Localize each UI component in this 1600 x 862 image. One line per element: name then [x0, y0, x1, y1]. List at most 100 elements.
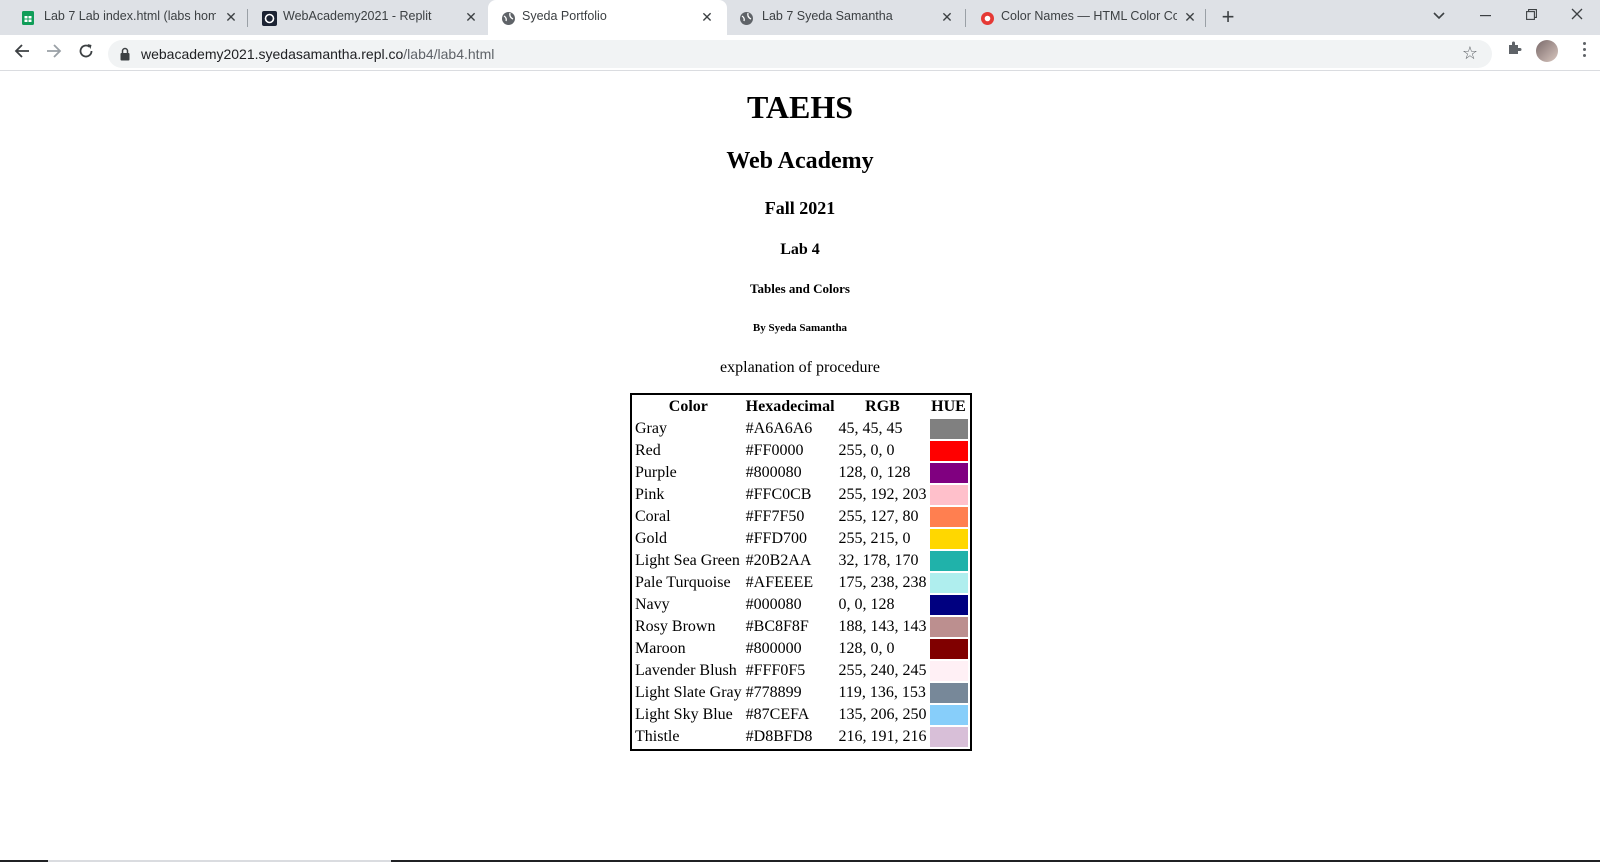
color-name-cell: Thistle	[635, 728, 680, 745]
color-name-cell: Pink	[635, 486, 665, 503]
tab-replit[interactable]: WebAcademy2021 - Replit ✕	[249, 0, 486, 35]
hue-swatch	[929, 573, 968, 593]
hex-cell: #FFF0F5	[745, 662, 806, 679]
hex-cell: #FF7F50	[745, 508, 805, 525]
hue-swatch	[929, 463, 968, 483]
tab-divider	[247, 9, 248, 27]
more-menu-button[interactable]	[1578, 39, 1590, 63]
page-heading-web-academy: Web Academy	[726, 148, 874, 174]
hue-swatch	[929, 485, 968, 505]
hex-cell: #FF0000	[745, 442, 804, 459]
hex-cell: #800080	[745, 464, 802, 481]
close-tab-icon[interactable]: ✕	[698, 8, 716, 26]
hue-swatch	[929, 705, 968, 725]
reload-button[interactable]	[74, 41, 98, 65]
minimize-button[interactable]	[1462, 0, 1508, 32]
rgb-cell: 45, 45, 45	[838, 420, 903, 437]
hue-swatch	[929, 727, 968, 747]
minimize-icon	[1479, 15, 1491, 17]
page-heading-term: Fall 2021	[764, 198, 836, 218]
table-row: Rosy Brown #BC8F8F 188, 143, 143	[634, 617, 968, 637]
hex-cell: #778899	[745, 684, 802, 701]
globe-icon	[738, 10, 754, 26]
hue-swatch	[929, 551, 968, 571]
rgb-cell: 255, 127, 80	[838, 508, 919, 525]
hex-cell: #800000	[745, 640, 802, 657]
table-row: Red #FF0000 255, 0, 0	[634, 441, 968, 461]
table-row: Coral #FF7F50 255, 127, 80	[634, 507, 968, 527]
close-tab-icon[interactable]: ✕	[1181, 8, 1199, 26]
restore-button[interactable]	[1508, 0, 1554, 32]
chevron-down-icon	[1433, 12, 1445, 20]
tab-lab7-syeda[interactable]: Lab 7 Syeda Samantha ✕	[728, 0, 964, 35]
page-heading-author: By Syeda Samantha	[752, 322, 848, 334]
rgb-cell: 119, 136, 153	[838, 684, 926, 701]
color-name-cell: Light Slate Gray	[635, 684, 742, 701]
rgb-cell: 128, 0, 128	[838, 464, 911, 481]
address-bar[interactable]: webacademy2021.syedasamantha.repl.co/lab…	[108, 40, 1492, 68]
tab-search-button[interactable]	[1416, 0, 1462, 32]
tab-syeda-portfolio[interactable]: Syeda Portfolio ✕	[488, 0, 727, 35]
table-row: Gold #FFD700 255, 215, 0	[634, 529, 968, 549]
color-name-cell: Purple	[635, 464, 677, 481]
close-tab-icon[interactable]: ✕	[222, 8, 240, 26]
lock-icon[interactable]	[120, 47, 130, 61]
bookmark-star-icon[interactable]: ☆	[1462, 43, 1478, 64]
hue-swatch	[929, 419, 968, 439]
browser-toolbar: webacademy2021.syedasamantha.repl.co/lab…	[0, 35, 1600, 71]
table-row: Pale Turquoise #AFEEEE 175, 238, 238	[634, 573, 968, 593]
close-window-button[interactable]	[1554, 0, 1600, 32]
hex-cell: #87CEFA	[745, 706, 810, 723]
web-page: TAEHS Web Academy Fall 2021 Lab 4 Tables…	[0, 71, 1600, 862]
replit-icon	[261, 10, 277, 26]
table-row: Maroon #800000 128, 0, 0	[634, 639, 968, 659]
url-path: /lab4/lab4.html	[403, 46, 495, 62]
tab-title: Color Names — HTML Color Cod	[1001, 9, 1177, 23]
table-row: Light Sky Blue #87CEFA 135, 206, 250	[634, 705, 968, 725]
column-header-hue: HUE	[931, 398, 966, 415]
reload-icon	[79, 44, 93, 58]
restore-icon	[1525, 9, 1537, 20]
rgb-cell: 188, 143, 143	[838, 618, 927, 635]
color-name-cell: Lavender Blush	[635, 662, 737, 679]
color-name-cell: Pale Turquoise	[635, 574, 731, 591]
rgb-cell: 255, 192, 203	[838, 486, 927, 503]
hue-swatch	[929, 507, 968, 527]
column-header-hexadecimal: Hexadecimal	[745, 398, 835, 415]
table-header-row: Color Hexadecimal RGB HUE	[634, 397, 968, 417]
profile-avatar[interactable]	[1536, 40, 1558, 62]
table-body: Gray #A6A6A6 45, 45, 45 Red #FF0000 255, 0, 0…	[634, 419, 968, 747]
close-icon	[1571, 8, 1583, 20]
hex-cell: #000080	[745, 596, 802, 613]
color-name-cell: Light Sky Blue	[635, 706, 733, 723]
rgb-cell: 32, 178, 170	[838, 552, 919, 569]
color-name-cell: Gray	[635, 420, 667, 437]
back-button[interactable]	[10, 41, 34, 65]
rgb-cell: 175, 238, 238	[838, 574, 927, 591]
puzzle-icon	[1509, 41, 1522, 54]
tab-title: Syeda Portfolio	[522, 9, 607, 23]
forward-button[interactable]	[42, 41, 66, 65]
color-name-cell: Red	[635, 442, 661, 459]
close-tab-icon[interactable]: ✕	[938, 8, 956, 26]
new-tab-button[interactable]: +	[1217, 6, 1239, 28]
table-row: Navy #000080 0, 0, 128	[634, 595, 968, 615]
rgb-cell: 128, 0, 0	[838, 640, 895, 657]
rgb-cell: 216, 191, 216	[838, 728, 927, 745]
hue-swatch	[929, 683, 968, 703]
close-tab-icon[interactable]: ✕	[462, 8, 480, 26]
tab-color-names[interactable]: Color Names — HTML Color Cod ✕	[967, 0, 1204, 35]
kebab-dot	[1582, 54, 1586, 57]
page-heading-taehs: TAEHS	[746, 89, 854, 125]
extensions-button[interactable]	[1504, 40, 1526, 62]
color-name-cell: Coral	[635, 508, 671, 525]
color-name-cell: Rosy Brown	[635, 618, 716, 635]
hex-cell: #AFEEEE	[745, 574, 814, 591]
tab-lab7-index[interactable]: Lab 7 Lab index.html (labs home ✕	[0, 0, 246, 35]
hue-swatch	[929, 639, 968, 659]
globe-icon	[500, 10, 516, 26]
hex-cell: #A6A6A6	[745, 420, 813, 437]
page-heading-topic: Tables and Colors	[750, 281, 850, 296]
url-text[interactable]: webacademy2021.syedasamantha.repl.co/lab…	[141, 46, 494, 62]
kebab-dot	[1582, 48, 1586, 51]
